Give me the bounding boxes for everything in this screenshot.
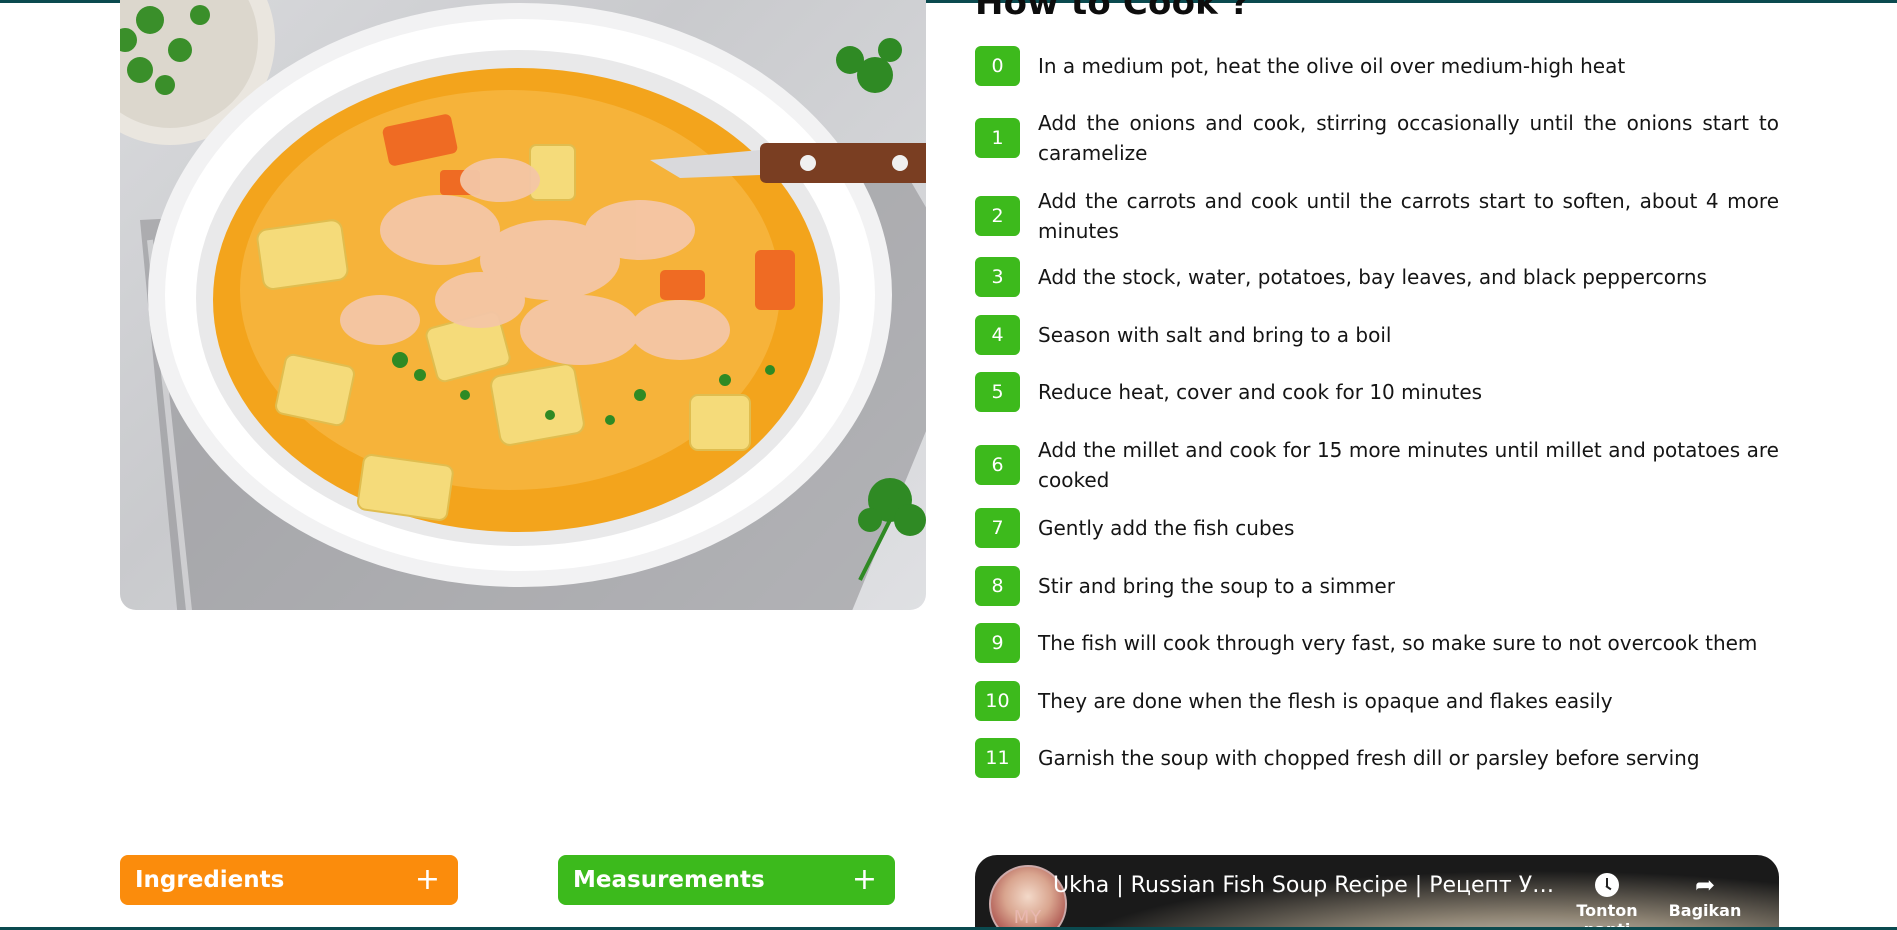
step-item: 0 In a medium pot, heat the olive oil ov… (975, 46, 1779, 86)
step-text: Garnish the soup with chopped fresh dill… (1038, 746, 1700, 770)
step-item: 3 Add the stock, water, potatoes, bay le… (975, 257, 1779, 297)
step-text: The fish will cook through very fast, so… (1038, 631, 1758, 655)
step-number-badge: 11 (975, 738, 1020, 778)
step-item: 1 Add the onions and cook, stirring occa… (975, 108, 1779, 168)
measurements-label: Measurements (573, 867, 765, 893)
step-text: Add the carrots and cook until the carro… (1038, 189, 1779, 243)
step-item: 9 The fish will cook through very fast, … (975, 623, 1779, 663)
step-number-badge: 9 (975, 623, 1020, 663)
step-number-badge: 1 (975, 118, 1020, 158)
share-button[interactable]: ➦ Bagikan (1655, 869, 1755, 920)
step-text: Season with salt and bring to a boil (1038, 323, 1392, 347)
step-text: Stir and bring the soup to a simmer (1038, 574, 1395, 598)
step-number-badge: 5 (975, 372, 1020, 412)
step-item: 4 Season with salt and bring to a boil (975, 315, 1779, 355)
step-item: 6 Add the millet and cook for 15 more mi… (975, 435, 1779, 495)
step-number-badge: 6 (975, 445, 1020, 485)
step-item: 5 Reduce heat, cover and cook for 10 min… (975, 372, 1779, 412)
step-item: 11 Garnish the soup with chopped fresh d… (975, 738, 1779, 778)
step-item: 8 Stir and bring the soup to a simmer (975, 566, 1779, 606)
step-number-badge: 3 (975, 257, 1020, 297)
step-text: Add the onions and cook, stirring occasi… (1038, 111, 1779, 165)
ingredients-label: Ingredients (135, 867, 285, 893)
ingredients-accordion-button[interactable]: Ingredients + (120, 855, 458, 905)
step-number-badge: 7 (975, 508, 1020, 548)
clock-icon (1595, 873, 1619, 897)
measurements-accordion-button[interactable]: Measurements + (558, 855, 895, 905)
step-item: 10 They are done when the flesh is opaqu… (975, 681, 1779, 721)
step-text: They are done when the flesh is opaque a… (1038, 689, 1613, 713)
how-to-cook-title: How to Cook ? (975, 0, 1250, 23)
channel-logo-text: MY (1013, 907, 1043, 928)
watch-later-button[interactable]: Tonton nanti (1557, 869, 1657, 930)
step-item: 2 Add the carrots and cook until the car… (975, 186, 1779, 246)
step-text: Add the millet and cook for 15 more minu… (1038, 438, 1779, 492)
step-text: Gently add the fish cubes (1038, 516, 1295, 540)
plus-icon: + (414, 862, 440, 897)
step-number-badge: 0 (975, 46, 1020, 86)
step-text: Add the stock, water, potatoes, bay leav… (1038, 265, 1707, 289)
step-text: In a medium pot, heat the olive oil over… (1038, 54, 1626, 78)
share-icon: ➦ (1694, 871, 1716, 899)
plus-icon: + (851, 862, 877, 897)
soup-illustration (120, 0, 926, 610)
step-number-badge: 2 (975, 196, 1020, 236)
share-label: Bagikan (1668, 901, 1742, 920)
step-number-badge: 8 (975, 566, 1020, 606)
step-text: Reduce heat, cover and cook for 10 minut… (1038, 380, 1483, 404)
recipe-photo (120, 0, 926, 610)
video-title[interactable]: Ukha | Russian Fish Soup Recipe | Рецепт… (1053, 873, 1563, 898)
step-number-badge: 10 (975, 681, 1020, 721)
watch-later-label: Tonton nanti (1576, 901, 1638, 930)
video-embed[interactable]: MY Ukha | Russian Fish Soup Recipe | Рец… (975, 855, 1779, 930)
step-number-badge: 4 (975, 315, 1020, 355)
step-item: 7 Gently add the fish cubes (975, 508, 1779, 548)
